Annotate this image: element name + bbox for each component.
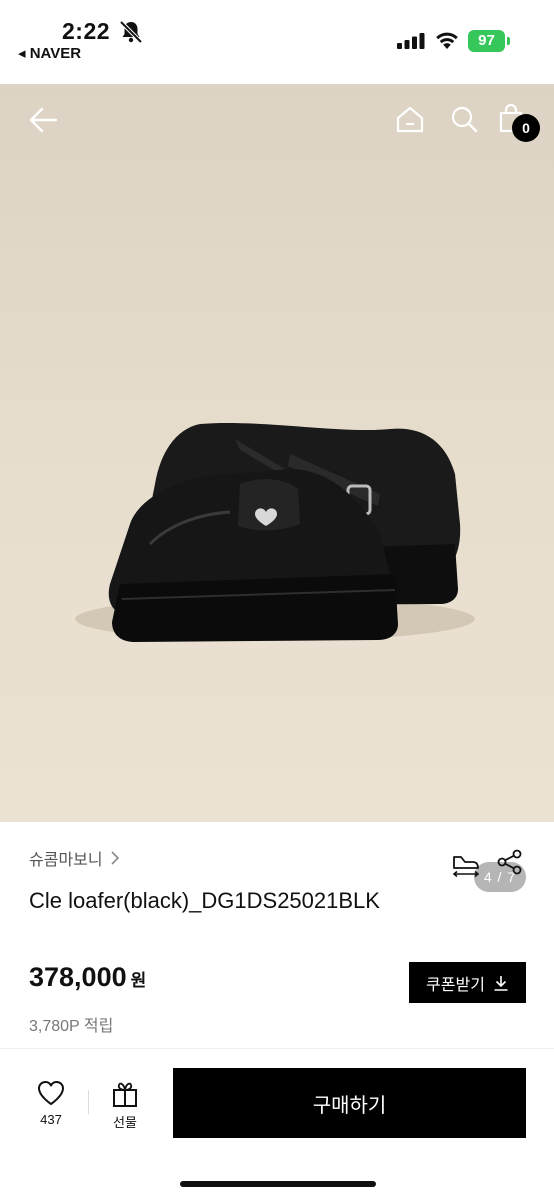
chevron-right-icon <box>111 851 119 865</box>
bottom-divider <box>88 1090 89 1114</box>
bell-slash-icon <box>119 20 143 44</box>
home-icon[interactable] <box>395 105 425 133</box>
home-indicator <box>180 1181 376 1187</box>
product-title: Cle loafer(black)_DG1DS25021BLK <box>29 888 380 913</box>
share-icon[interactable] <box>496 848 524 876</box>
gift-label: 선물 <box>113 1115 137 1130</box>
like-count: 437 <box>40 1112 62 1127</box>
signal-icon <box>397 33 425 49</box>
product-price: 378,000 <box>29 962 127 992</box>
cart-count-badge: 0 <box>512 114 540 142</box>
buy-button[interactable]: 구매하기 <box>173 1068 526 1138</box>
price-currency: 원 <box>130 971 147 990</box>
product-image <box>75 422 475 642</box>
back-to-app-link[interactable]: ◂ NAVER <box>18 44 81 62</box>
status-bar: 2:22 ◂ NAVER 97 <box>0 0 554 84</box>
download-icon <box>494 975 508 991</box>
coupon-download-button[interactable]: 쿠폰받기 <box>409 962 526 1003</box>
reward-points: 3,780P 적립 <box>29 1018 114 1035</box>
back-arrow-icon[interactable] <box>28 106 58 134</box>
brand-link[interactable]: 슈콤마보니 <box>29 846 121 870</box>
gift-icon <box>113 1082 137 1107</box>
price-row: 378,000 원 <box>29 962 146 993</box>
gift-button[interactable]: 선물 <box>104 1080 146 1131</box>
coupon-label: 쿠폰받기 <box>426 976 485 994</box>
search-icon[interactable] <box>450 105 478 133</box>
size-ruler-icon[interactable] <box>451 848 481 878</box>
status-time: 2:22 <box>62 18 111 44</box>
brand-name: 슈콤마보니 <box>29 852 103 869</box>
wifi-icon <box>436 32 458 49</box>
divider <box>0 1048 554 1049</box>
battery-icon: 97 <box>468 30 510 52</box>
heart-icon <box>38 1081 64 1105</box>
like-button[interactable]: 437 <box>31 1080 71 1127</box>
product-image-gallery[interactable]: 4 / 7 <box>0 84 554 892</box>
battery-level: 97 <box>468 30 505 52</box>
